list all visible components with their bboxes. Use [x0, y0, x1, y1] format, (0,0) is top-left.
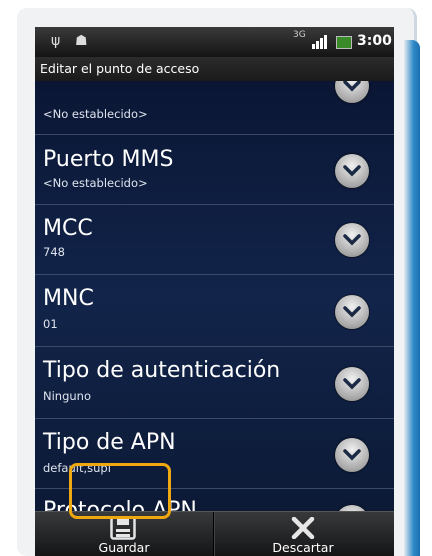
discard-label: Descartar	[272, 540, 334, 555]
row-title: Protocolo APN	[43, 498, 197, 511]
device-screen: ψ ☗ 3G 3:00 Editar el punto de acceso <N…	[35, 27, 394, 556]
signal-icon	[312, 35, 330, 49]
list-item[interactable]: Tipo de autenticación Ninguno	[35, 347, 394, 419]
list-item[interactable]: Protocolo APN	[35, 489, 394, 511]
row-title: Puerto MMS	[43, 147, 174, 172]
row-title: MNC	[43, 286, 94, 311]
row-value: default,supl	[43, 461, 111, 475]
chevron-down-icon[interactable]	[335, 438, 369, 472]
android-icon: ☗	[75, 33, 88, 49]
chevron-down-icon[interactable]	[335, 81, 369, 103]
chevron-down-icon[interactable]	[335, 295, 369, 329]
row-value: <No establecido>	[43, 107, 148, 121]
list-item[interactable]: MCC 748	[35, 205, 394, 275]
chevron-down-icon[interactable]	[335, 154, 369, 188]
list-item[interactable]: <No establecido>	[35, 81, 394, 135]
row-value: Ninguno	[43, 389, 91, 403]
clock: 3:00	[357, 33, 392, 49]
network-type: 3G	[293, 30, 306, 40]
row-value: <No establecido>	[43, 176, 148, 190]
list-item[interactable]: Puerto MMS <No establecido>	[35, 135, 394, 205]
frame-accent	[404, 40, 420, 556]
battery-icon	[336, 36, 352, 49]
row-value: 01	[43, 317, 58, 331]
chevron-down-icon[interactable]	[335, 223, 369, 257]
list-item[interactable]: MNC 01	[35, 275, 394, 347]
usb-icon: ψ	[51, 33, 61, 49]
row-value: 748	[43, 245, 65, 259]
page-title: Editar el punto de acceso	[35, 57, 394, 81]
status-bar: ψ ☗ 3G 3:00	[35, 27, 394, 57]
list-item[interactable]: Tipo de APN default,supl	[35, 419, 394, 489]
save-label: Guardar	[98, 540, 150, 555]
save-button[interactable]: Guardar	[35, 512, 213, 556]
chevron-down-icon[interactable]	[335, 367, 369, 401]
discard-button[interactable]: Descartar	[214, 512, 392, 556]
row-title: Tipo de APN	[43, 430, 176, 455]
row-title: MCC	[43, 216, 93, 241]
save-icon	[110, 516, 136, 540]
apn-settings-list[interactable]: <No establecido> Puerto MMS <No establec…	[35, 81, 394, 511]
row-title: Tipo de autenticación	[43, 358, 281, 383]
action-bar: Guardar Descartar	[35, 511, 394, 556]
close-icon	[291, 517, 315, 539]
